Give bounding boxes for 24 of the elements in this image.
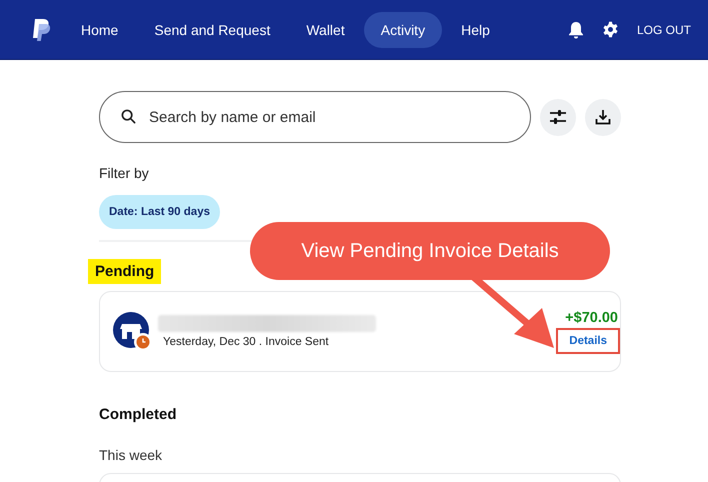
filter-label: Filter by xyxy=(99,165,150,181)
nav-tab[interactable]: Wallet xyxy=(289,12,362,48)
logo-icon[interactable] xyxy=(32,18,52,42)
download-icon xyxy=(595,109,611,125)
transaction-card[interactable]: Yesterday, Dec 30 . Invoice Sent +$70.00 Details xyxy=(99,291,621,372)
nav-tab[interactable]: Send and Request xyxy=(137,12,288,48)
transaction-detail: Yesterday, Dec 30 . Invoice Sent xyxy=(163,336,330,348)
nav-tab[interactable]: Activity xyxy=(364,12,442,48)
section-heading: Completed xyxy=(99,405,177,425)
details-link[interactable]: Details xyxy=(556,328,620,354)
notification-bell-icon[interactable] xyxy=(568,20,584,38)
settings-icon[interactable] xyxy=(602,21,619,38)
date-filter-chip[interactable]: Date: Last 90 days xyxy=(99,195,220,229)
callout-label: View Pending Invoice Details xyxy=(250,222,610,280)
logout-link[interactable]: LOG OUT xyxy=(636,22,691,36)
nav-tab[interactable]: Home xyxy=(64,12,136,48)
filter-button[interactable] xyxy=(540,98,576,136)
nav-tab[interactable]: Help xyxy=(444,12,507,48)
sliders-icon xyxy=(549,109,567,125)
section-heading: Pending xyxy=(88,259,162,284)
search-field[interactable]: Search by name or email xyxy=(99,91,531,143)
amount: +$70.00 xyxy=(565,310,618,326)
subheading: This week xyxy=(99,447,164,463)
download-button[interactable] xyxy=(585,98,621,136)
